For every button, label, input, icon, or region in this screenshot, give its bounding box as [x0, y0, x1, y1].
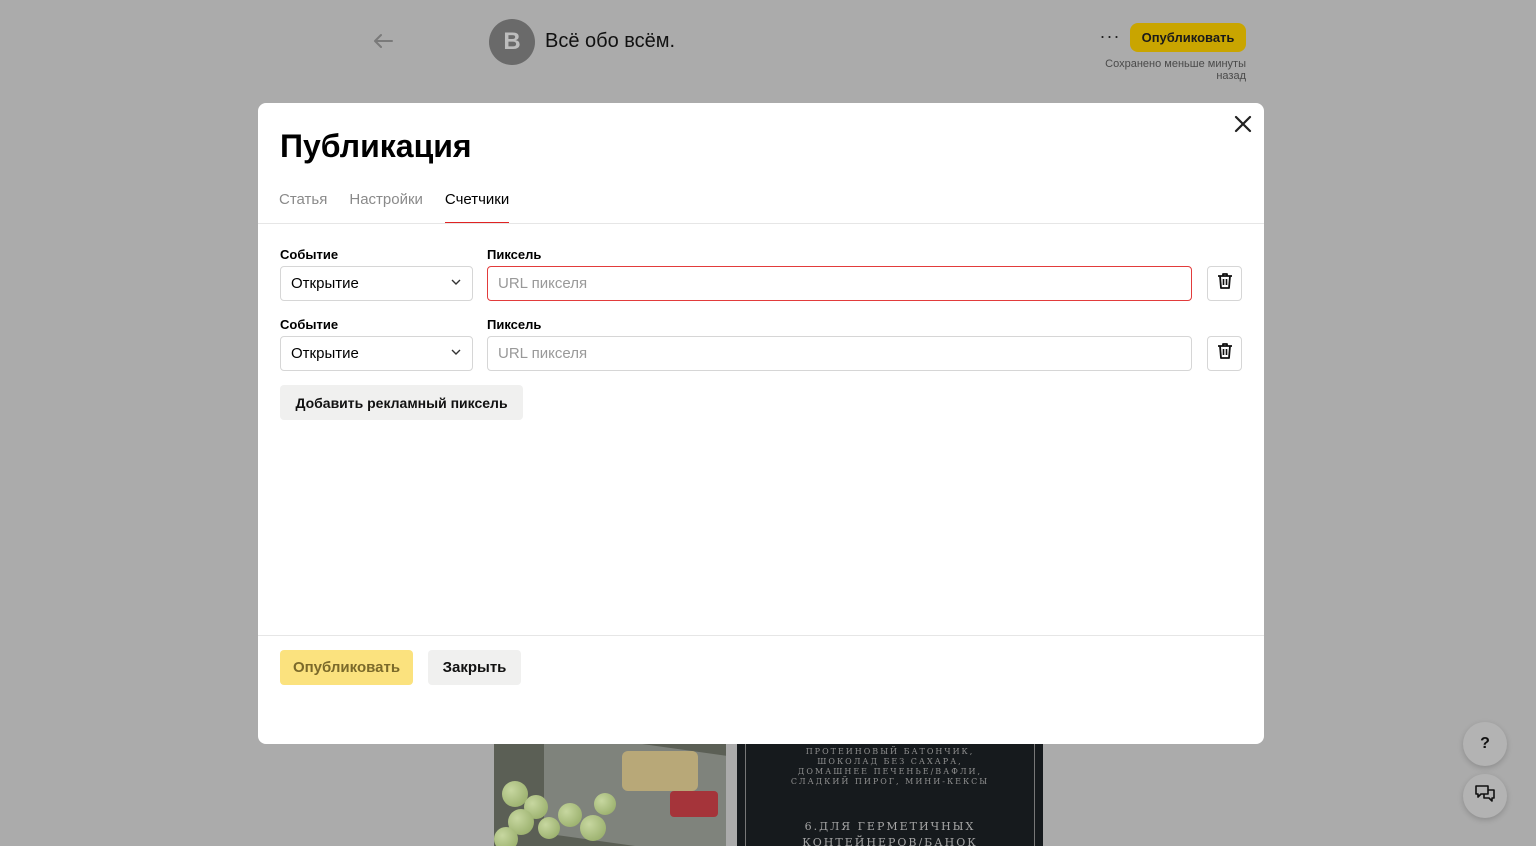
- pixel-label: Пиксель: [487, 317, 542, 332]
- delete-row-button[interactable]: [1207, 266, 1242, 301]
- channel-name[interactable]: Всё обо всём.: [545, 30, 675, 53]
- pixel-url-input[interactable]: [487, 336, 1192, 371]
- saved-status: Сохранено меньше минуты назад: [1105, 58, 1246, 82]
- footer-divider: [258, 635, 1264, 636]
- close-button[interactable]: Закрыть: [428, 650, 521, 685]
- event-select-value: Открытие: [291, 275, 359, 292]
- top-publish-button[interactable]: Опубликовать: [1130, 23, 1246, 52]
- tab-counters[interactable]: Счетчики: [444, 191, 510, 224]
- chat-bubbles-icon: [1472, 782, 1498, 811]
- text-card-photo: ПРОТЕИНОВЫЙ БАТОНЧИК, ШОКОЛАД БЕЗ САХАРА…: [737, 743, 1043, 846]
- image-line-2: ШОКОЛАД БЕЗ САХАРА,: [817, 757, 963, 766]
- tab-article[interactable]: Статья: [279, 191, 327, 224]
- help-button[interactable]: ?: [1463, 722, 1507, 766]
- chevron-down-icon: [450, 345, 462, 362]
- event-select-value: Открытие: [291, 345, 359, 362]
- event-select[interactable]: Открытие: [280, 336, 473, 371]
- event-select[interactable]: Открытие: [280, 266, 473, 301]
- trash-icon: [1215, 341, 1235, 366]
- publish-button[interactable]: Опубликовать: [280, 650, 413, 685]
- add-ad-pixel-button[interactable]: Добавить рекламный пиксель: [280, 385, 523, 420]
- event-label: Событие: [280, 247, 339, 262]
- modal-tabs: Статья Настройки Счетчики: [279, 191, 531, 224]
- food-photo: [494, 743, 726, 846]
- channel-avatar[interactable]: В: [489, 19, 535, 65]
- event-label: Событие: [280, 317, 339, 332]
- editor-topbar: В Всё обо всём. ··· Опубликовать Сохране…: [0, 0, 1536, 90]
- tabs-divider: [258, 223, 1264, 224]
- chevron-down-icon: [450, 275, 462, 292]
- pixel-label: Пиксель: [487, 247, 542, 262]
- chat-button[interactable]: [1463, 774, 1507, 818]
- image-heading-1: 6.ДЛЯ ГЕРМЕТИЧНЫХ: [804, 820, 976, 833]
- delete-row-button[interactable]: [1207, 336, 1242, 371]
- back-arrow-icon[interactable]: [370, 28, 396, 54]
- tab-settings[interactable]: Настройки: [349, 191, 423, 224]
- image-heading-2: КОНТЕЙНЕРОВ/БАНОК: [802, 836, 978, 846]
- image-line-3: ДОМАШНЕЕ ПЕЧЕНЬЕ/ВАФЛИ,: [797, 767, 983, 776]
- image-line-1: ПРОТЕИНОВЫЙ БАТОНЧИК,: [805, 747, 975, 756]
- more-options-button[interactable]: ···: [1098, 26, 1122, 50]
- close-icon[interactable]: [1231, 112, 1255, 136]
- image-line-4: СЛАДКИЙ ПИРОГ, МИНИ-КЕКСЫ: [790, 777, 990, 786]
- modal-title: Публикация: [280, 128, 472, 164]
- article-image: ПРОТЕИНОВЫЙ БАТОНЧИК, ШОКОЛАД БЕЗ САХАРА…: [494, 743, 1043, 846]
- trash-icon: [1215, 271, 1235, 296]
- pixel-url-input[interactable]: [487, 266, 1192, 301]
